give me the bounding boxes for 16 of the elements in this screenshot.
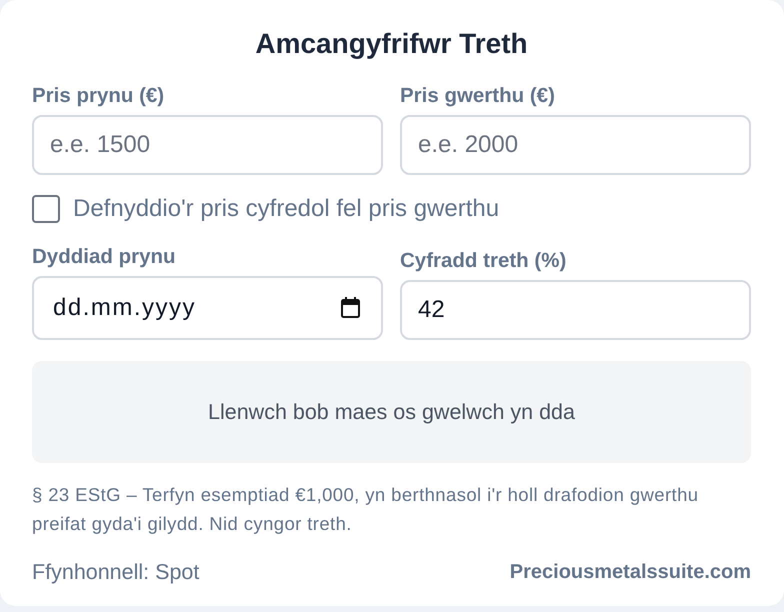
number-field[interactable]: e.e. 1500	[32, 115, 383, 175]
source-label: Ffynhonnell: Spot	[32, 558, 200, 586]
number-field[interactable]: 42	[400, 280, 751, 340]
brand-link[interactable]: Preciousmetalssuite.com	[510, 557, 751, 587]
result-message: Llenwch bob maes os gwelwch yn dda	[208, 398, 575, 426]
footnote-text: § 23 EStG – Terfyn esemptiad €1,000, yn berthnasol i'r holl drafodion gwerthu preifat gyda'i gilydd. Nid cyngor treth.	[32, 483, 700, 536]
form-title: Amcangyfrifwr Treth	[254, 27, 529, 61]
date-field[interactable]: dd.mm.yyyy	[32, 276, 383, 340]
number-field[interactable]: e.e. 2000	[400, 115, 751, 175]
field-label: Cyfradd treth (%)	[400, 248, 568, 274]
checkbox-label[interactable]: Defnyddio'r pris cyfredol fel pris gwerthu	[73, 194, 500, 224]
field-label: Pris gwerthu (€)	[400, 83, 556, 109]
field-label: Pris prynu (€)	[32, 83, 166, 109]
calendar-icon[interactable]	[341, 297, 360, 318]
field-label: Dyddiad prynu	[32, 244, 177, 270]
checkbox[interactable]	[32, 195, 60, 223]
